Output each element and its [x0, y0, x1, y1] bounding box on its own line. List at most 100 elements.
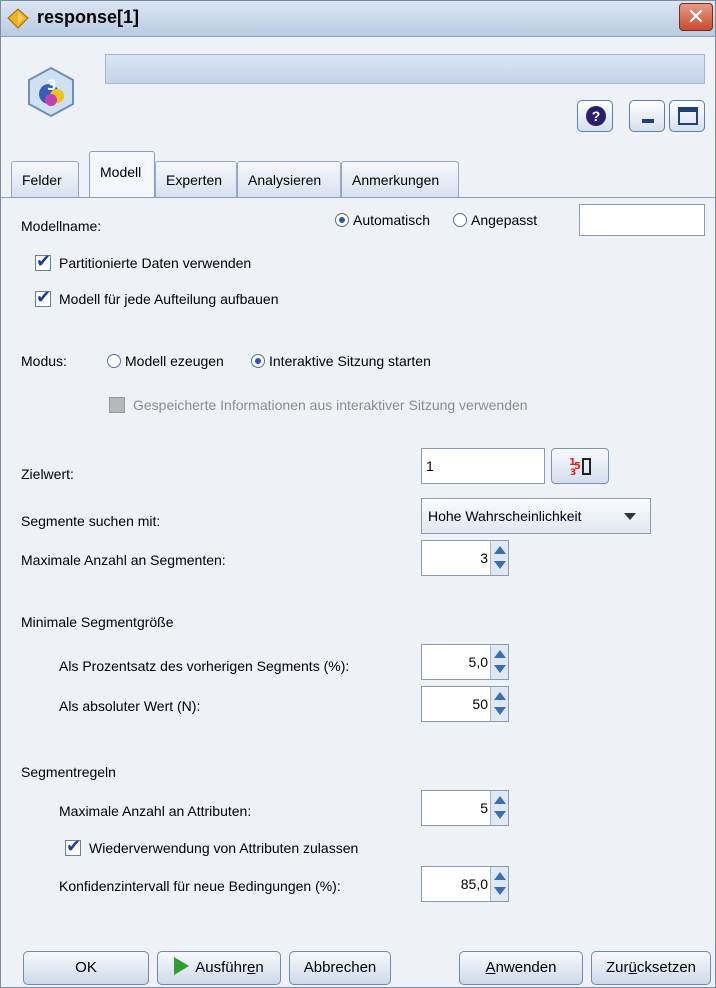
value-picker-icon: 1 5 3 [569, 457, 591, 477]
spinner-arrows[interactable] [490, 541, 508, 575]
spin-down-icon[interactable] [494, 665, 506, 673]
spin-down-icon[interactable] [494, 811, 506, 819]
spin-up-icon[interactable] [494, 650, 506, 658]
node-diamond-icon [7, 8, 29, 29]
svg-text:3: 3 [47, 78, 57, 94]
help-icon: ? [586, 106, 606, 126]
apply-button[interactable]: Anwenden [459, 951, 583, 985]
mode-generate-label: Modell ezeugen [125, 353, 224, 369]
auto-radio-dot[interactable] [335, 213, 349, 227]
run-button-label-part: Ausführ [195, 959, 247, 976]
window-title: response[1] [37, 7, 140, 27]
tab-analysieren[interactable]: Analysieren [237, 161, 341, 197]
spin-up-icon[interactable] [494, 692, 506, 700]
auto-radio[interactable]: Automatisch [335, 212, 430, 228]
pct-prev-label: Als Prozentsatz des vorherigen Segments … [59, 658, 350, 674]
title-bar: response[1] ✕ [1, 1, 715, 37]
max-segments-value: 3 [480, 550, 488, 566]
reset-button-mnemonic: ü [628, 959, 637, 976]
max-attrs-spinner[interactable]: 5 [421, 790, 509, 826]
auto-radio-label: Automatisch [353, 212, 431, 228]
spin-up-icon[interactable] [494, 872, 506, 880]
ok-button[interactable]: OK [23, 951, 149, 985]
model-name-label: Modellname: [21, 218, 102, 234]
mode-interactive-radio[interactable]: Interaktive Sitzung starten [251, 353, 431, 369]
partitioned-data-checkbox[interactable] [35, 251, 51, 272]
search-mode-select[interactable]: Hohe Wahrscheinlichkeit [421, 498, 651, 534]
apply-button-mnemonic: A [485, 959, 496, 976]
target-picker-button[interactable]: 1 5 3 [551, 448, 609, 484]
spinner-arrows[interactable] [490, 791, 508, 825]
mode-interactive-label: Interaktive Sitzung starten [269, 353, 431, 369]
custom-name-input[interactable] [579, 204, 705, 236]
pct-prev-spinner[interactable]: 5,0 [421, 644, 509, 680]
header-area: 3 ? [1, 38, 715, 148]
abs-value-label: Als absoluter Wert (N): [59, 698, 201, 714]
spin-down-icon[interactable] [494, 561, 506, 569]
dialog-window: response[1] ✕ 3 ? Felder Modell Experten… [0, 0, 716, 988]
use-saved-info-label: Gespeicherte Informationen aus interakti… [133, 397, 528, 413]
build-per-split-label: Modell für jede Aufteilung aufbauen [59, 291, 279, 307]
spin-down-icon[interactable] [494, 887, 506, 895]
close-button[interactable]: ✕ [679, 3, 713, 31]
search-mode-value: Hohe Wahrscheinlichkeit [428, 508, 582, 524]
node-name-bar [105, 54, 705, 84]
max-attrs-value: 5 [480, 800, 488, 816]
search-mode-label: Segmente suchen mit: [21, 513, 161, 529]
tab-modell[interactable]: Modell [89, 151, 155, 197]
use-saved-info-checkbox[interactable] [109, 397, 125, 413]
rules-heading: Segmentregeln [21, 764, 116, 780]
max-segments-spinner[interactable]: 3 [421, 540, 509, 576]
run-button-label-end: n [255, 959, 264, 976]
mode-generate-dot[interactable] [107, 354, 121, 368]
mode-label: Modus: [21, 353, 67, 369]
partitioned-data-label: Partitionierte Daten verwenden [59, 255, 252, 271]
max-segments-label: Maximale Anzahl an Segmenten: [21, 552, 226, 568]
custom-radio-dot[interactable] [453, 213, 467, 227]
reuse-attrs-checkbox[interactable] [65, 836, 81, 857]
spinner-arrows[interactable] [490, 645, 508, 679]
tab-experten[interactable]: Experten [155, 161, 237, 197]
confidence-spinner[interactable]: 85,0 [421, 866, 509, 902]
target-input[interactable]: 1 [421, 448, 545, 484]
reuse-attrs-label: Wiederverwendung von Attributen zulassen [89, 840, 359, 856]
chevron-down-icon [624, 513, 636, 520]
max-attrs-label: Maximale Anzahl an Attributen: [59, 803, 252, 819]
reset-button-label-part: Zur [605, 959, 629, 976]
cancel-button[interactable]: Abbrechen [289, 951, 391, 985]
spin-up-icon[interactable] [494, 796, 506, 804]
button-bar: OK Ausführen Abbrechen Anwenden Zurückse… [1, 941, 715, 987]
minimize-icon [642, 119, 654, 123]
reset-button-label-end: cksetzen [636, 959, 697, 976]
run-button[interactable]: Ausführen [157, 951, 281, 985]
close-icon: ✕ [686, 4, 706, 29]
min-size-heading: Minimale Segmentgröße [21, 614, 174, 630]
confidence-label: Konfidenzintervall für neue Bedingungen … [59, 878, 341, 894]
mode-interactive-dot[interactable] [251, 354, 265, 368]
custom-radio[interactable]: Angepasst [453, 212, 537, 228]
reset-button[interactable]: Zurücksetzen [591, 951, 711, 985]
mode-generate-radio[interactable]: Modell ezeugen [107, 353, 224, 369]
help-button[interactable]: ? [577, 100, 613, 132]
apply-button-label: nwenden [495, 959, 557, 976]
spinner-arrows[interactable] [490, 687, 508, 721]
minimize-button[interactable] [629, 100, 665, 132]
abs-value-value: 50 [472, 696, 488, 712]
pct-prev-value: 5,0 [468, 654, 488, 670]
model-tab-content: Modellname: Automatisch Angepasst Partit… [1, 198, 715, 938]
maximize-button[interactable] [669, 100, 705, 132]
tab-bar: Felder Modell Experten Analysieren Anmer… [11, 149, 711, 197]
spin-up-icon[interactable] [494, 546, 506, 554]
spin-down-icon[interactable] [494, 707, 506, 715]
node-type-icon: 3 [28, 66, 74, 118]
build-per-split-checkbox[interactable] [35, 287, 51, 308]
confidence-value: 85,0 [460, 876, 488, 892]
tab-felder[interactable]: Felder [11, 161, 79, 197]
maximize-icon [678, 107, 698, 125]
target-label: Zielwert: [21, 466, 74, 482]
custom-radio-label: Angepasst [471, 212, 538, 228]
svg-text:3: 3 [570, 468, 576, 477]
spinner-arrows[interactable] [490, 867, 508, 901]
tab-anmerkungen[interactable]: Anmerkungen [341, 161, 459, 197]
abs-value-spinner[interactable]: 50 [421, 686, 509, 722]
